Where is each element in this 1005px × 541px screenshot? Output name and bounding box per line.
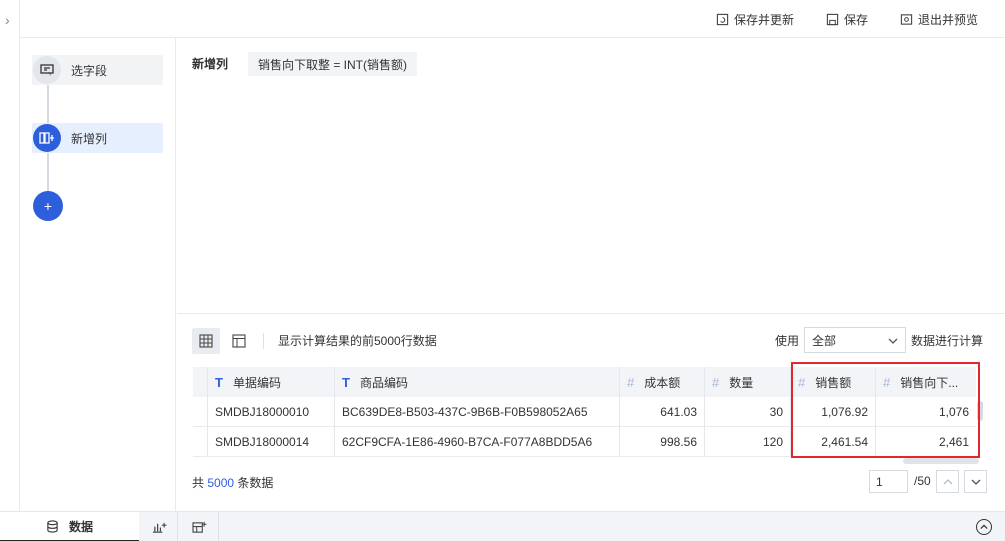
table-cell: 998.56 [620,427,705,457]
text-type-icon: T [215,374,223,390]
vertical-scrollbar[interactable] [977,401,983,421]
chevron-down-icon [888,338,898,344]
table-header-row: T 单据编码 T 商品编码 # 成本额 # 数量 # 销售额 # 销售向下... [193,367,976,397]
data-scope-select[interactable]: 全部 [804,327,906,353]
table-cell: 62CF9CFA-1E86-4960-B7CA-F077A8BDD5A6 [335,427,620,457]
tab-add-dashboard[interactable] [180,512,219,541]
table-cell: 2,461 [876,427,976,457]
text-type-icon: T [342,374,350,390]
etl-editor: › 保存并更新 保存 退出并预览 选字段 新增列 + 新增列 销售向下取整 = … [0,0,1005,541]
number-type-icon: # [712,374,720,390]
page-number-input[interactable]: 1 [869,470,908,493]
column-header-label: 单据编码 [232,375,281,390]
table-row: SMDBJ18000010 BC639DE8-B503-437C-9B6B-F0… [193,397,976,427]
plus-icon: + [43,198,53,214]
number-type-icon: # [627,374,635,390]
horizontal-scrollbar[interactable] [903,458,979,464]
data-scope-value: 全部 [812,333,837,348]
chevron-right-icon[interactable]: › [5,12,10,28]
table-row: SMDBJ18000014 62CF9CFA-1E86-4960-B7CA-F0… [193,427,976,457]
preview-icon [900,13,913,25]
save-refresh-icon [716,13,729,25]
column-header-label: 成本额 [644,375,681,390]
database-icon [47,519,58,533]
grid-icon [199,334,213,348]
top-toolbar: 保存并更新 保存 退出并预览 [20,0,1005,38]
table-cell: 641.03 [620,397,705,427]
layout-icon [232,334,246,348]
number-type-icon: # [798,374,806,390]
column-header-label: 数量 [729,375,754,390]
page-total: /50 [914,474,931,488]
formula-title: 新增列 [192,57,229,71]
formula-expression[interactable]: 销售向下取整 = INT(销售额) [248,52,417,76]
table-cell: 2,461.54 [791,427,876,457]
number-type-icon: # [883,374,891,390]
save-button[interactable]: 保存 [826,10,868,28]
column-header[interactable]: T 单据编码 [208,367,335,397]
tab-add-chart[interactable] [141,512,178,541]
grid-view-button[interactable] [192,328,220,354]
column-header[interactable]: # 销售额 [791,367,876,397]
tab-data-label: 数据 [68,519,93,534]
select-field-icon [33,56,61,84]
column-header-label: 销售向下... [900,375,959,390]
scope-suffix: 数据进行计算 [911,334,984,348]
row-count: 共 5000 条数据 [192,474,273,491]
step-add-column-label: 新增列 [71,131,108,146]
collapse-panel-button[interactable] [976,519,992,535]
add-column-icon [33,124,61,152]
row-count-value: 5000 [207,476,235,490]
table-cell: BC639DE8-B503-437C-9B6B-F0B598052A65 [335,397,620,427]
row-index-cell [193,397,208,427]
layout-view-button[interactable] [225,328,253,354]
formula-panel: 新增列 销售向下取整 = INT(销售额) [177,38,1005,314]
table-cell: SMDBJ18000014 [208,427,335,457]
bottom-tab-bar: 数据 [0,511,1005,541]
add-chart-icon [152,522,166,533]
data-preview-panel: 显示计算结果的前5000行数据 使用 全部 数据进行计算 T 单据编码 T 商品编码… [177,315,1005,511]
row-count-suffix: 条数据 [237,476,274,490]
data-table: T 单据编码 T 商品编码 # 成本额 # 数量 # 销售额 # 销售向下... SMDBJ… [193,367,976,458]
next-page-button[interactable] [964,470,987,493]
row-index-cell [193,427,208,457]
column-header[interactable]: # 销售向下... [876,367,976,397]
column-header[interactable]: # 成本额 [620,367,705,397]
preview-hint: 显示计算结果的前5000行数据 [278,334,437,348]
table-cell: 30 [705,397,791,427]
exit-and-preview-button[interactable]: 退出并预览 [900,10,978,28]
column-header-label: 销售额 [815,375,852,390]
column-header[interactable]: T 商品编码 [335,367,620,397]
save-and-update-button[interactable]: 保存并更新 [716,10,794,28]
column-header[interactable]: # 数量 [705,367,791,397]
step-select-field-label: 选字段 [71,63,108,78]
step-panel: 选字段 新增列 + [20,38,176,511]
table-cell: SMDBJ18000010 [208,397,335,427]
tab-data[interactable]: 数据 [0,512,139,541]
save-and-update-label: 保存并更新 [734,12,795,27]
chevron-up-icon [980,524,988,530]
use-label: 使用 [775,334,800,348]
chevron-down-icon [971,479,980,485]
header-row-index [193,367,208,397]
sidebar-collapse-strip[interactable]: › [0,0,20,511]
column-header-label: 商品编码 [359,375,408,390]
table-cell: 1,076 [876,397,976,427]
table-cell: 120 [705,427,791,457]
chevron-up-icon [943,478,952,484]
add-dashboard-icon [191,521,206,533]
step-add-column[interactable]: 新增列 [32,123,163,153]
divider [263,333,264,349]
step-select-field[interactable]: 选字段 [32,55,163,85]
save-icon [826,13,839,25]
exit-and-preview-label: 退出并预览 [918,12,979,27]
row-count-prefix: 共 [192,476,205,490]
table-cell: 1,076.92 [791,397,876,427]
save-label: 保存 [844,12,869,27]
prev-page-button[interactable] [936,470,959,493]
add-step-button[interactable]: + [33,191,63,221]
